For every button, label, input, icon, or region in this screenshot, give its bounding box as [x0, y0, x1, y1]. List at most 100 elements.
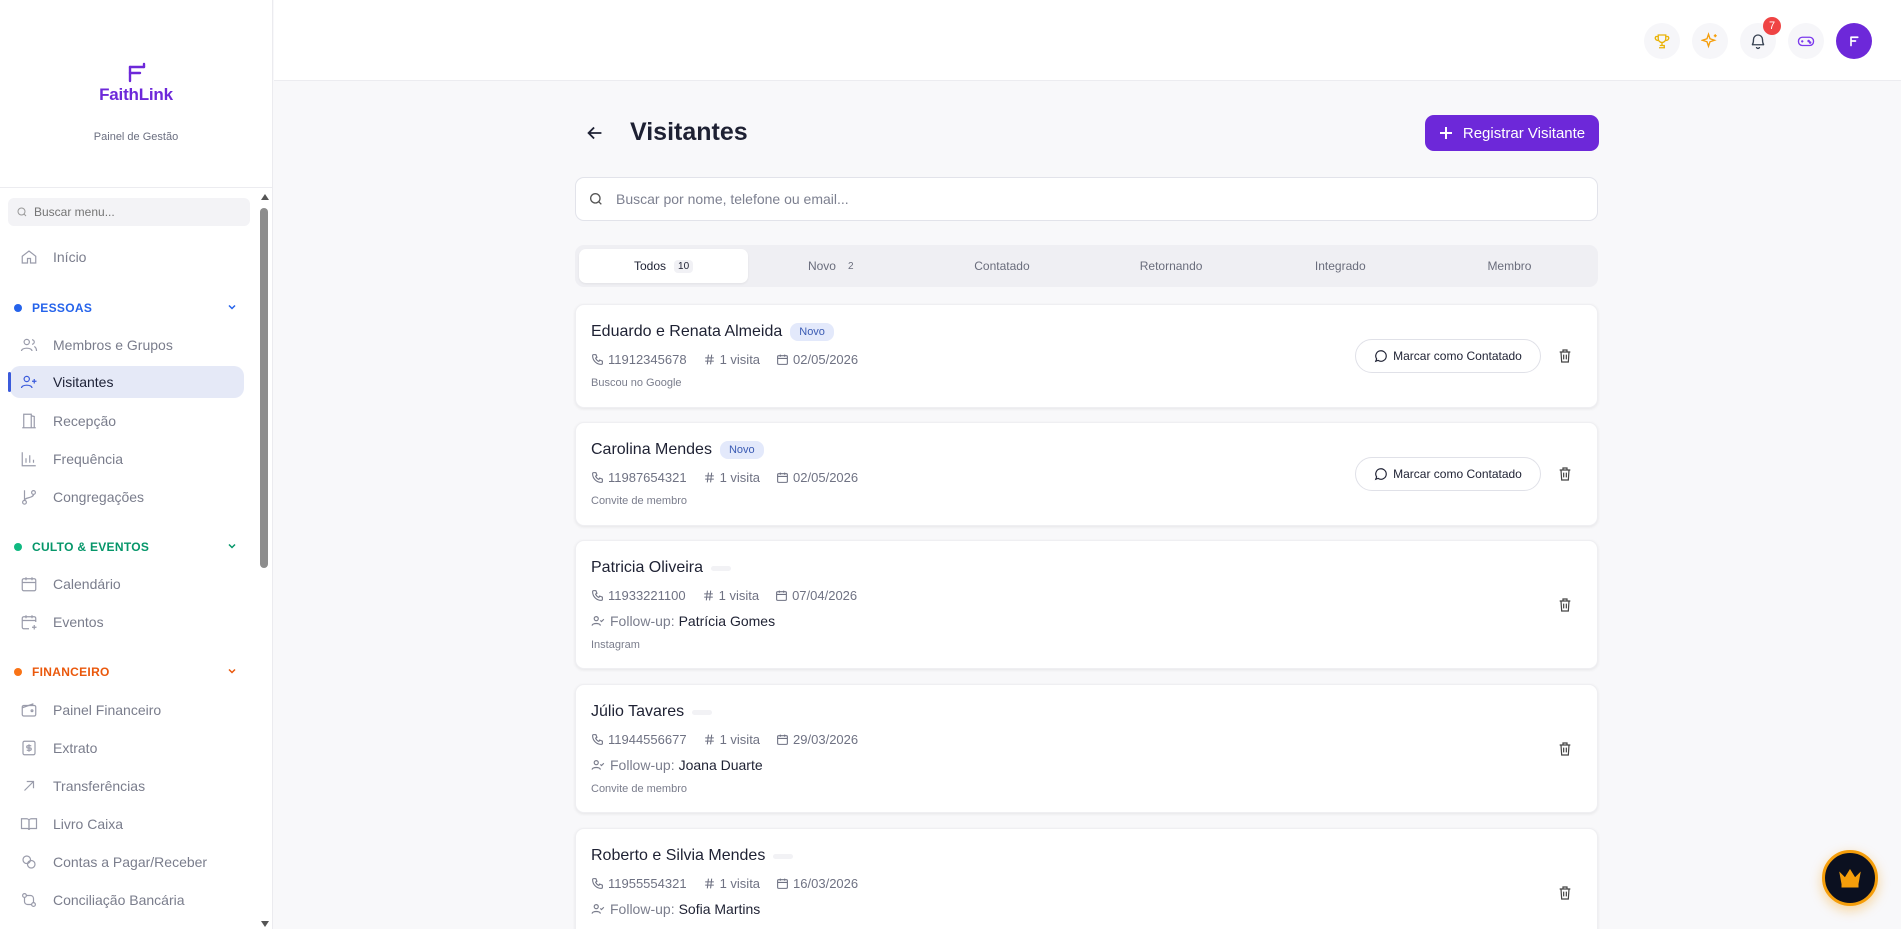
visitor-card[interactable]: Júlio Tavares 11944556677 1 visita 29/03… — [575, 684, 1598, 813]
sidebar-item-inicio[interactable]: Início — [10, 241, 244, 273]
sidebar-item-congregacoes[interactable]: Congregações — [10, 481, 244, 513]
tab-label: Retornando — [1139, 259, 1203, 273]
sidebar-item-livro-caixa[interactable]: Livro Caixa — [10, 808, 244, 840]
calendar-icon — [776, 590, 787, 601]
tab-todos[interactable]: Todos 10 — [579, 249, 749, 283]
tab-contatado[interactable]: Contatado — [917, 249, 1086, 283]
tab-retornando[interactable]: Retornando — [1087, 249, 1256, 283]
section-pessoas[interactable]: PESSOAS — [14, 297, 238, 319]
trash-icon[interactable] — [1557, 348, 1573, 364]
trash-icon[interactable] — [1557, 741, 1573, 757]
followup-person: Sofia Martins — [678, 901, 761, 917]
sidebar-item-label: Recepção — [53, 413, 117, 429]
status-badge — [773, 853, 794, 859]
visitor-source: Instagram — [591, 639, 640, 651]
section-financeiro[interactable]: FINANCEIRO — [14, 661, 238, 683]
mark-contacted-button[interactable]: Marcar como Contatado — [1355, 457, 1541, 491]
visit-count: 1 visita — [719, 876, 761, 891]
status-badge — [711, 565, 732, 571]
brand: FaithLink Painel de Gestão — [0, 0, 272, 188]
visitor-card[interactable]: Roberto e Silvia Mendes 11955554321 1 vi… — [575, 828, 1598, 929]
sidebar-search-input[interactable] — [34, 205, 234, 219]
user-plus-icon — [20, 375, 37, 389]
chevron-down-icon — [228, 668, 236, 674]
sparkles-button[interactable] — [1692, 23, 1728, 59]
message-circle-icon — [1374, 468, 1387, 481]
trophy-button[interactable] — [1644, 23, 1680, 59]
sidebar-item-transferencias[interactable]: Transferências — [10, 770, 244, 802]
scrollbar-thumb[interactable] — [260, 208, 268, 568]
followup-person: Patrícia Gomes — [678, 613, 776, 629]
trash-icon[interactable] — [1557, 466, 1573, 482]
tab-novo[interactable]: Novo 2 — [748, 249, 917, 283]
visitor-search[interactable] — [575, 177, 1598, 221]
section-title: PESSOAS — [32, 301, 93, 315]
tab-membro[interactable]: Membro — [1425, 249, 1594, 283]
scroll-up-arrow-icon[interactable] — [261, 194, 269, 200]
visitor-search-input[interactable] — [616, 191, 1516, 207]
sidebar-item-painel-financeiro[interactable]: Painel Financeiro — [10, 694, 244, 726]
gamepad-button[interactable] — [1788, 23, 1824, 59]
visitor-name: Carolina Mendes — [591, 441, 712, 458]
sidebar-item-label: Eventos — [53, 614, 104, 630]
visitor-phone: 11912345678 — [608, 352, 687, 367]
visit-date: 16/03/2026 — [793, 876, 859, 891]
button-label: Marcar como Contatado — [1393, 349, 1522, 363]
section-dot — [14, 304, 22, 312]
wallet-icon — [21, 703, 37, 717]
avatar[interactable] — [1836, 23, 1872, 59]
status-badge: Novo — [790, 323, 834, 341]
section-culto-eventos[interactable]: CULTO & EVENTOS — [14, 536, 238, 558]
bar-chart-icon — [21, 452, 36, 467]
sidebar-item-extrato[interactable]: Extrato — [10, 732, 244, 764]
tab-count: 2 — [847, 260, 854, 272]
visit-date: 29/03/2026 — [793, 732, 859, 747]
visit-count: 1 visita — [719, 732, 761, 747]
notifications-button[interactable]: 7 — [1740, 17, 1781, 59]
user-check-icon — [591, 904, 605, 914]
notification-badge: 7 — [1763, 17, 1781, 35]
tab-integrado[interactable]: Integrado — [1256, 249, 1425, 283]
visitor-name: Júlio Tavares — [591, 703, 685, 720]
back-arrow-icon[interactable] — [584, 122, 606, 144]
status-badge: Novo — [719, 441, 764, 459]
status-badge — [692, 709, 713, 715]
sidebar-scrollbar[interactable] — [259, 192, 270, 927]
sidebar-item-frequencia[interactable]: Frequência — [10, 443, 244, 475]
visitor-card[interactable]: Patricia Oliveira 11933221100 1 visita 0… — [575, 540, 1598, 669]
receipt-dollar-icon — [22, 740, 36, 756]
sidebar-item-calendario[interactable]: Calendário — [10, 568, 244, 600]
hash-icon — [704, 472, 714, 483]
trash-icon[interactable] — [1557, 597, 1573, 613]
sidebar-item-visitantes[interactable]: Visitantes — [8, 366, 244, 398]
user-check-icon — [591, 760, 605, 770]
scroll-down-arrow-icon[interactable] — [261, 921, 269, 927]
sidebar-search[interactable] — [8, 198, 250, 226]
calendar-icon — [777, 734, 788, 745]
brand-name: FaithLink — [99, 85, 173, 104]
visitor-card[interactable]: Eduardo e Renata Almeida Novo 11912345678… — [575, 304, 1598, 408]
sidebar-item-conciliacao[interactable]: Conciliação Bancária — [10, 884, 244, 916]
bell-icon — [1751, 34, 1765, 50]
hash-icon — [703, 590, 713, 601]
premium-crown-button[interactable] — [1822, 850, 1878, 906]
calendar-icon — [21, 577, 37, 592]
trash-icon[interactable] — [1557, 885, 1573, 901]
sidebar-item-recepcao[interactable]: Recepção — [10, 405, 244, 437]
mark-contacted-button[interactable]: Marcar como Contatado — [1355, 339, 1541, 373]
visit-date: 02/05/2026 — [793, 470, 859, 485]
register-visitor-button[interactable]: Registrar Visitante — [1425, 115, 1599, 151]
sidebar-item-label: Início — [53, 249, 87, 265]
plus-icon — [1439, 127, 1452, 139]
sidebar-item-membros-grupos[interactable]: Membros e Grupos — [10, 329, 244, 361]
followup-label: Follow-up: — [610, 901, 675, 917]
followup-label: Follow-up: — [610, 613, 675, 629]
message-circle-icon — [1374, 350, 1387, 363]
sidebar-item-label: Transferências — [53, 778, 146, 794]
tab-label: Contatado — [974, 259, 1030, 273]
visitor-phone: 11944556677 — [608, 732, 687, 747]
sidebar-item-eventos[interactable]: Eventos — [10, 606, 244, 638]
sidebar-item-label: Membros e Grupos — [53, 337, 173, 353]
sidebar-item-contas[interactable]: Contas a Pagar/Receber — [10, 846, 244, 878]
visitor-card[interactable]: Carolina Mendes Novo 11987654321 1 visita… — [575, 422, 1598, 526]
